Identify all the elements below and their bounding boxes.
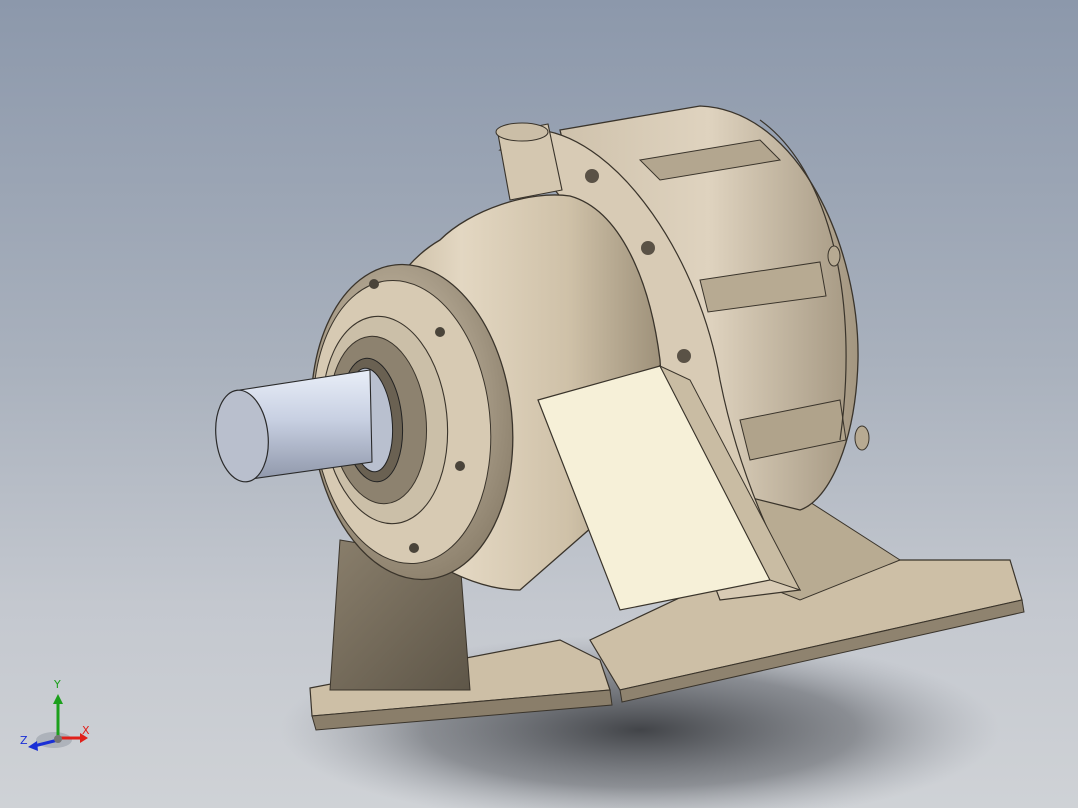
gear-reducer-model[interactable]: [0, 0, 1078, 808]
z-axis-label: Z: [20, 734, 28, 747]
x-axis-label: X: [82, 724, 90, 737]
orientation-triad[interactable]: Y X Z: [18, 678, 98, 764]
y-axis-label: Y: [54, 678, 61, 691]
graphics-viewport[interactable]: Y X Z: [0, 0, 1078, 808]
